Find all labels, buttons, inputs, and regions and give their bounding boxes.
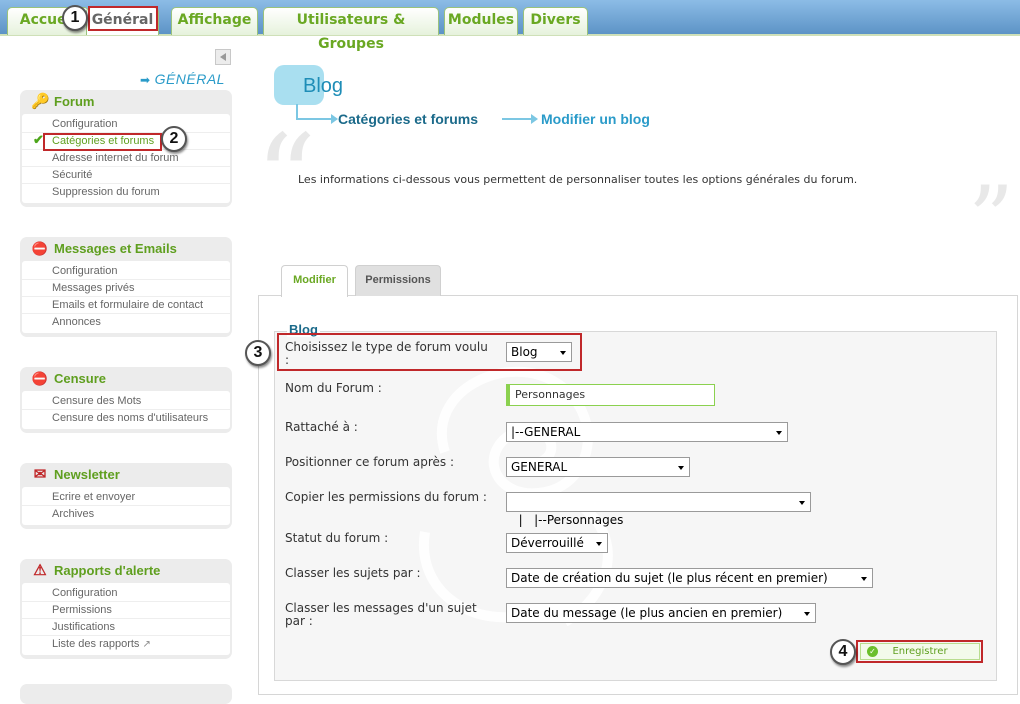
menu-item-permissions[interactable]: Permissions [22,602,230,619]
sort-topics-select[interactable]: Date de création du sujet (le plus récen… [506,568,873,588]
menu-item-liste-rapports[interactable]: Liste des rapports ↗ [22,636,230,653]
menu-title: Messages et Emails [54,241,177,256]
sidebar-section-title: ➡ GÉNÉRAL [140,71,225,87]
menu-item-justifications[interactable]: Justifications [22,619,230,636]
menu-rapports-alerte: ⚠ Rapports d'alerte Configuration Permis… [20,559,232,659]
menu-item-messages-prives[interactable]: Messages privés [22,280,230,297]
menu-item-adresse-internet[interactable]: Adresse internet du forum [22,150,230,167]
copy-permissions-select[interactable]: | |--Personnages [506,492,811,527]
highlight-box-general-tab [88,6,158,31]
step-marker-2: 2 [161,126,187,152]
menu-item-configuration[interactable]: Configuration [22,263,230,280]
label-rattache: Rattaché à : [285,420,358,434]
select-value: Date de création du sujet (le plus récen… [511,571,828,585]
menu-header-censure[interactable]: ⛔ Censure [22,369,230,391]
menu-item-ecrire-envoyer[interactable]: Ecrire et envoyer [22,489,230,506]
label-sort-topics: Classer les sujets par : [285,566,421,580]
menu-item-censure-mots[interactable]: Censure des Mots [22,393,230,410]
select-value: Déverrouillé [511,536,584,550]
menu-header-rapports[interactable]: ⚠ Rapports d'alerte [22,561,230,583]
breadcrumb-categories[interactable]: Catégories et forums [338,111,478,127]
menu-title: Rapports d'alerte [54,563,161,578]
close-quote-icon: ” [968,167,1015,272]
status-select[interactable]: Déverrouillé [506,533,608,553]
label-sort-messages: Classer les messages d'un sujet par : [285,601,477,628]
chevron-down-icon [596,542,602,546]
menu-title: Newsletter [54,467,120,482]
menu-newsletter: ✉ Newsletter Ecrire et envoyer Archives [20,463,232,529]
step-marker-4: 4 [830,639,856,665]
menu-messages-emails: ⛔ Messages et Emails Configuration Messa… [20,237,232,337]
menu-title: Censure [54,371,107,386]
chevron-down-icon [804,612,810,616]
highlight-box-save [856,640,983,663]
tab-divers[interactable]: Divers [523,7,588,35]
label-forum-name: Nom du Forum : [285,381,382,395]
key-icon: 🔑 [31,93,50,110]
menu-partial [20,684,232,704]
external-link-icon: ↗ [142,639,151,650]
chevron-down-icon [776,431,782,435]
collapse-sidebar-button[interactable] [215,49,231,65]
arrow-right-icon: ➡ [140,73,151,87]
menu-title: Forum [54,94,95,109]
tab-permissions[interactable]: Permissions [355,265,441,296]
step-marker-1: 1 [62,5,88,31]
newsletter-icon: ✉ [33,466,47,483]
menu-item-securite[interactable]: Sécurité [22,167,230,184]
menu-item-archives[interactable]: Archives [22,506,230,523]
chevron-down-icon [678,466,684,470]
forum-name-input[interactable]: Personnages [506,384,715,406]
menu-header-newsletter[interactable]: ✉ Newsletter [22,465,230,487]
rattache-select[interactable]: |--GENERAL [506,422,788,442]
sort-messages-select[interactable]: Date du message (le plus ancien en premi… [506,603,816,623]
menu-censure: ⛔ Censure Censure des Mots Censure des n… [20,367,232,433]
menu-item-configuration[interactable]: Configuration [22,585,230,602]
chevron-down-icon [861,577,867,581]
breadcrumb-arrow-icon [502,114,538,124]
menu-item-label: Liste des rapports [52,638,140,650]
select-value: GENERAL [511,460,568,474]
chevron-down-icon [799,501,805,505]
censor-icon: ⛔ [31,371,49,386]
menu-item-emails-contact[interactable]: Emails et formulaire de contact [22,297,230,314]
label-position: Positionner ce forum après : [285,455,454,469]
select-value: |--GENERAL [511,425,581,439]
breadcrumb-modifier-blog: Modifier un blog [541,111,650,127]
menu-header-forum[interactable]: 🔑 Forum [22,92,230,114]
page-title: Blog [303,75,344,97]
mail-document-icon: ⛔ [31,241,49,256]
label-copy-permissions: Copier les permissions du forum : [285,490,487,504]
step-marker-3: 3 [245,340,271,366]
sidebar-section-label: GÉNÉRAL [154,71,225,87]
tab-modules[interactable]: Modules [444,7,518,35]
menu-item-suppression[interactable]: Suppression du forum [22,184,230,201]
position-select[interactable]: GENERAL [506,457,690,477]
intro-text: Les informations ci-dessous vous permett… [298,173,858,186]
menu-item-censure-noms[interactable]: Censure des noms d'utilisateurs [22,410,230,427]
label-status: Statut du forum : [285,531,389,545]
highlight-box-forum-type [277,333,582,371]
select-value: Date du message (le plus ancien en premi… [511,606,783,620]
highlight-box-categories [43,133,162,151]
alert-report-icon: ⚠ [33,562,47,579]
menu-item-configuration[interactable]: Configuration [22,116,230,133]
tab-utilisateurs-groupes[interactable]: Utilisateurs & Groupes [263,7,439,52]
tab-modifier[interactable]: Modifier [281,265,348,297]
select-value: | |--Personnages [518,513,624,527]
menu-item-annonces[interactable]: Annonces [22,314,230,331]
menu-header-messages[interactable]: ⛔ Messages et Emails [22,239,230,261]
tab-affichage[interactable]: Affichage [171,7,258,35]
